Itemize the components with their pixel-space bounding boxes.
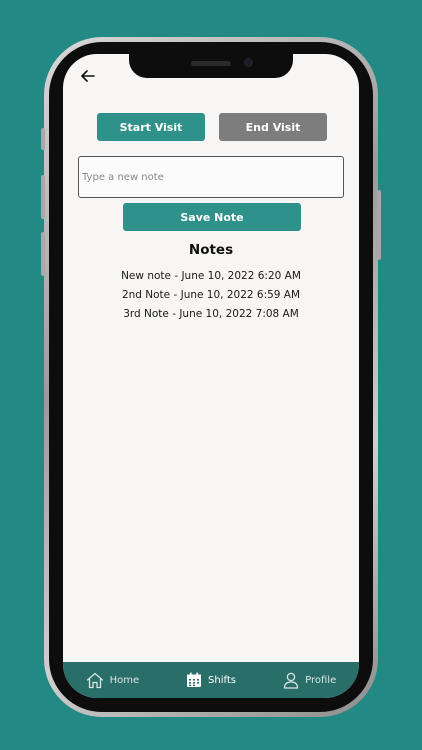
note-item[interactable]: 2nd Note - June 10, 2022 6:59 AM xyxy=(63,286,359,305)
tab-shifts-label: Shifts xyxy=(208,674,236,686)
speaker-grille xyxy=(191,61,231,66)
user-icon xyxy=(283,672,299,689)
bottom-tab-bar: Home Shifts Profile xyxy=(63,662,359,698)
note-item[interactable]: 3rd Note - June 10, 2022 7:08 AM xyxy=(63,305,359,324)
note-item[interactable]: New note - June 10, 2022 6:20 AM xyxy=(63,267,359,286)
back-button[interactable] xyxy=(77,65,99,87)
front-camera xyxy=(244,58,253,67)
tab-home-label: Home xyxy=(109,674,140,686)
home-icon xyxy=(86,672,103,688)
arrow-left-icon xyxy=(81,70,95,82)
tab-profile[interactable]: Profile xyxy=(260,662,359,698)
end-visit-button[interactable]: End Visit xyxy=(219,113,327,141)
notes-heading: Notes xyxy=(188,242,234,258)
notch xyxy=(129,54,293,78)
save-note-button[interactable]: Save Note xyxy=(123,203,301,231)
tab-profile-label: Profile xyxy=(305,674,337,686)
calendar-icon xyxy=(187,672,202,687)
new-note-input[interactable] xyxy=(78,156,344,198)
volume-down-button xyxy=(41,232,45,276)
tab-home[interactable]: Home xyxy=(63,662,162,698)
tab-shifts[interactable]: Shifts xyxy=(162,662,261,698)
start-visit-button[interactable]: Start Visit xyxy=(97,113,205,141)
silent-switch xyxy=(41,128,45,150)
notes-list: New note - June 10, 2022 6:20 AM 2nd Not… xyxy=(63,267,359,324)
volume-up-button xyxy=(41,175,45,219)
app-screen: Start Visit End Visit Save Note Notes Ne… xyxy=(63,54,359,698)
power-button xyxy=(377,190,381,260)
